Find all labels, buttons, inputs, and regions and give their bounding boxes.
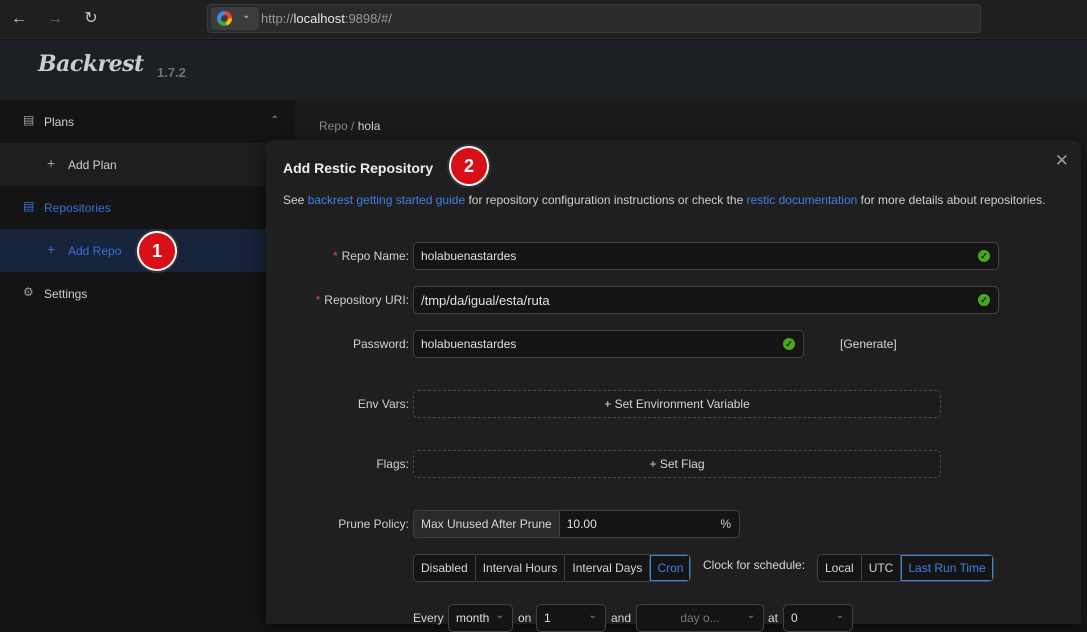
clock-option-utc[interactable]: UTC (861, 555, 902, 581)
plus-icon: + (649, 457, 657, 471)
sidebar-item-label: Settings (44, 287, 88, 301)
add-repository-modal: Add Restic Repository ✕ See backrest get… (266, 140, 1081, 632)
schedule-option-interval-days[interactable]: Interval Days (565, 555, 651, 581)
check-icon: ✓ (978, 250, 990, 262)
google-icon (217, 11, 232, 26)
sidebar-item-label: Add Plan (68, 158, 117, 172)
repo-name-input[interactable]: holabuenastardes ✓ (413, 242, 999, 270)
clock-selector: Local UTC Last Run Time (817, 554, 994, 582)
input-prefix: Max Unused After Prune (414, 511, 560, 537)
chevron-down-icon: ⌄ (495, 610, 504, 621)
back-arrow-icon[interactable]: ← (9, 9, 29, 29)
schedule-option-disabled[interactable]: Disabled (414, 555, 476, 581)
on-label: on (518, 611, 532, 625)
chevron-down-icon: ⌄ (835, 610, 844, 621)
repo-name-label: * Repo Name: (332, 249, 409, 263)
set-flag-button[interactable]: + Set Flag (413, 450, 941, 478)
password-label: Password: (352, 337, 409, 351)
modal-title: Add Restic Repository (283, 160, 434, 176)
reload-icon[interactable]: ↻ (81, 9, 101, 29)
calendar-icon: ▤ (23, 113, 35, 127)
database-icon: ▤ (23, 199, 35, 213)
clock-label: Clock for schedule: (703, 558, 806, 572)
breadcrumb: Repo / hola (319, 119, 380, 133)
prune-max-unused-input[interactable]: Max Unused After Prune 10.00% (413, 510, 740, 538)
site-info-button[interactable]: ⌄ (211, 7, 259, 30)
check-icon: ✓ (783, 338, 795, 350)
check-icon: ✓ (978, 294, 990, 306)
and-label: and (611, 611, 632, 625)
browser-toolbar: ← → ↻ ⌄ http://localhost:9898/#/ (0, 0, 1087, 39)
breadcrumb-current: hola (357, 119, 381, 133)
env-vars-label: Env Vars: (357, 397, 409, 411)
generate-password-button[interactable]: [Generate] (840, 337, 897, 351)
getting-started-link[interactable]: backrest getting started guide (308, 193, 465, 207)
prune-policy-label: Prune Policy: (338, 517, 409, 531)
gear-icon: ⚙ (23, 285, 34, 299)
every-label: Every (413, 611, 444, 625)
restic-docs-link[interactable]: restic documentation (747, 193, 858, 207)
url-text: http://localhost:9898/#/ (261, 11, 392, 26)
chevron-up-icon: ⌃ (270, 115, 279, 126)
clock-option-local[interactable]: Local (818, 555, 862, 581)
chevron-down-icon: ⌄ (588, 610, 597, 621)
plus-icon: + (47, 241, 56, 257)
repo-uri-input[interactable]: /tmp/da/igual/esta/ruta ✓ (413, 286, 999, 314)
forward-arrow-icon[interactable]: → (45, 9, 65, 29)
schedule-type-selector: Disabled Interval Hours Interval Days Cr… (413, 554, 692, 582)
step-badge-1: 1 (137, 231, 177, 271)
breadcrumb-separator: / (351, 119, 355, 133)
app-logo: Backrest (38, 51, 144, 77)
address-bar[interactable]: ⌄ http://localhost:9898/#/ (207, 4, 981, 33)
plus-icon: + (47, 155, 56, 171)
sidebar-item-label: Add Repo (68, 244, 122, 258)
percent-suffix: % (720, 517, 731, 531)
day-of-week-select[interactable]: day o... ⌄ (636, 604, 764, 632)
close-icon[interactable]: ✕ (1055, 151, 1069, 171)
sidebar-item-repositories[interactable]: ▤ Repositories (0, 186, 295, 229)
schedule-option-cron[interactable]: Cron (650, 555, 691, 581)
repo-uri-label: * Repository URI: (315, 293, 409, 307)
prune-value: 10.00 (566, 517, 597, 531)
modal-description: See backrest getting started guide for r… (283, 193, 1046, 207)
password-input[interactable]: holabuenastardes ✓ (413, 330, 804, 358)
sidebar-item-label: Plans (44, 115, 75, 129)
sidebar-item-settings[interactable]: ⚙ Settings (0, 272, 295, 315)
schedule-option-interval-hours[interactable]: Interval Hours (475, 555, 566, 581)
clock-option-last-run[interactable]: Last Run Time (901, 555, 993, 581)
set-env-var-button[interactable]: + Set Environment Variable (413, 390, 941, 418)
flags-label: Flags: (376, 457, 409, 471)
on-day-select[interactable]: 1 ⌄ (536, 604, 606, 632)
sidebar: ▤ Plans ⌃ + Add Plan ▤ Repositories + Ad… (0, 100, 295, 624)
plus-icon: + (604, 397, 612, 411)
every-select[interactable]: month ⌄ (448, 604, 513, 632)
breadcrumb-root[interactable]: Repo (319, 119, 348, 133)
sidebar-item-plans[interactable]: ▤ Plans ⌃ (0, 100, 295, 143)
chevron-down-icon: ⌄ (746, 610, 755, 621)
sidebar-item-label: Repositories (44, 201, 111, 215)
sidebar-item-add-plan[interactable]: + Add Plan (0, 143, 295, 186)
at-label: at (768, 611, 779, 625)
step-badge-2: 2 (449, 146, 489, 186)
app-version: 1.7.2 (157, 65, 186, 80)
at-hour-select[interactable]: 0 ⌄ (783, 604, 853, 632)
chevron-down-icon: ⌄ (242, 10, 251, 21)
